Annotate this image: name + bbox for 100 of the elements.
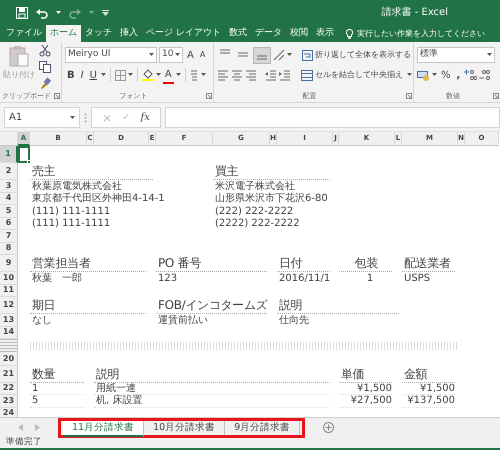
increase-indent-icon[interactable] [279, 69, 291, 81]
ribbon-tab[interactable]: 表示 [312, 25, 338, 42]
row-header[interactable]: 11 [0, 284, 18, 297]
dialog-launcher-icon[interactable] [54, 93, 60, 99]
row-header[interactable]: 12 [0, 297, 18, 314]
ribbon-tab[interactable]: 校閲 [286, 25, 312, 42]
column-heading: 説明 [277, 297, 399, 314]
caret-icon[interactable] [287, 53, 292, 57]
sheet-tab[interactable]: 11月分請求書 [63, 420, 144, 436]
number-format-dropdown[interactable]: 標準 [417, 47, 495, 63]
row-header[interactable]: 13 [0, 314, 18, 326]
caret-icon[interactable] [128, 73, 133, 77]
table-cell: ¥1,500 [402, 382, 455, 395]
fill-color-icon[interactable] [142, 69, 154, 81]
ribbon-tab[interactable]: 数式 [224, 25, 251, 42]
row-header[interactable]: 7 [0, 230, 18, 242]
row-header[interactable]: 4 [0, 192, 18, 205]
row-header[interactable]: 5 [0, 205, 18, 218]
insert-function-button[interactable]: fx [140, 110, 150, 125]
tell-me-search[interactable]: 実行したい作業を入力してください [356, 28, 485, 40]
row-header[interactable]: 20 [0, 353, 18, 366]
scissors-icon[interactable] [39, 45, 51, 57]
column-heading: 期日 [30, 297, 146, 314]
table-cell: ¥137,500 [402, 395, 455, 408]
ribbon-tab[interactable]: 挿入 [116, 25, 142, 42]
caret-icon[interactable] [432, 73, 437, 77]
ribbon-tab[interactable]: タッチ [81, 25, 116, 42]
caret-icon[interactable] [149, 53, 154, 57]
save-icon[interactable] [16, 6, 28, 18]
window-title: 請求書 - Excel [382, 6, 449, 20]
ribbon-tab[interactable]: ページ レイアウト [142, 25, 225, 42]
row-header[interactable]: 23 [0, 395, 18, 408]
formula-input[interactable] [165, 107, 500, 128]
column-heading: 包装 [339, 255, 392, 272]
font-size-dropdown[interactable]: 10 [159, 47, 183, 63]
table-cell: 用紙一連 [94, 382, 330, 395]
caret-icon[interactable] [200, 73, 206, 77]
caret-icon[interactable] [176, 73, 181, 77]
table-cell-text: 東京都千代田区外神田4-14-1 [31, 192, 166, 205]
dialog-launcher-icon[interactable] [406, 93, 412, 99]
copy-icon[interactable] [39, 61, 51, 73]
caret-icon[interactable] [156, 73, 161, 77]
comma-button[interactable]: , [454, 66, 462, 84]
decrease-decimal-icon[interactable] [479, 69, 492, 81]
row-header[interactable]: 8 [0, 242, 18, 255]
row-header[interactable]: 14 [0, 326, 18, 339]
caret-icon[interactable] [56, 10, 61, 14]
caret-icon[interactable] [175, 53, 180, 57]
table-cell-text: 1 [366, 272, 374, 284]
add-sheet-icon[interactable] [323, 422, 334, 433]
sheet-tab[interactable]: 9月分請求書 [225, 420, 300, 434]
align-left-icon[interactable] [217, 69, 229, 81]
italic-button[interactable]: I [78, 66, 86, 84]
table-cell-text: 秋葉原電気株式会社 [31, 180, 123, 192]
undo-icon[interactable] [36, 6, 48, 18]
row-header[interactable]: 10 [0, 272, 18, 284]
orientation-icon[interactable] [273, 49, 285, 61]
row-header[interactable]: 21 [0, 366, 18, 382]
accounting-icon[interactable] [417, 69, 430, 81]
active-cell[interactable] [18, 146, 30, 163]
increase-decimal-icon[interactable] [464, 69, 478, 81]
grow-font-button[interactable]: A [185, 46, 196, 64]
dialog-launcher-icon[interactable] [493, 93, 499, 99]
font-color-button[interactable]: A [162, 66, 174, 84]
align-center-icon[interactable] [231, 69, 243, 81]
ribbon-tab[interactable]: データ [250, 25, 286, 42]
caret-icon[interactable] [100, 73, 106, 77]
decrease-indent-icon[interactable] [265, 69, 277, 81]
hidden-rows-marker[interactable] [0, 339, 18, 353]
row-header[interactable]: 2 [0, 163, 18, 180]
caret-icon[interactable] [487, 53, 492, 57]
vertical-align-button[interactable] [253, 46, 271, 64]
align-right-icon[interactable] [245, 69, 257, 81]
dialog-launcher-icon[interactable] [206, 93, 212, 99]
wrap-text-button[interactable]: 折り返して全体を表示する [300, 46, 413, 64]
customize-icon[interactable] [102, 10, 109, 16]
row-header[interactable]: 6 [0, 218, 18, 230]
percent-button[interactable]: % [439, 66, 453, 84]
bold-button[interactable]: B [65, 66, 77, 84]
name-box[interactable]: A1 [4, 107, 80, 128]
table-cell: 5 [30, 395, 84, 408]
row-header[interactable]: 9 [0, 255, 18, 272]
font-name-dropdown[interactable]: Meiryo UI [65, 47, 157, 63]
table-cell: ¥1,500 [339, 382, 392, 395]
table-cell-text: なし [31, 314, 53, 326]
phonetic-icon[interactable] [190, 69, 199, 81]
caret-icon[interactable] [407, 73, 412, 77]
row-header[interactable]: 3 [0, 180, 18, 192]
shrink-font-button[interactable]: A [198, 46, 208, 64]
row-header[interactable]: 22 [0, 382, 18, 395]
table-cell-text: 運賃前払い [157, 314, 209, 326]
merge-center-button[interactable]: セルを結合して中央揃え [299, 66, 405, 84]
paintbrush-icon[interactable] [39, 77, 51, 89]
ribbon-tab[interactable]: ホーム [46, 25, 81, 42]
sheet-tab[interactable]: 10月分請求書 [144, 420, 226, 434]
ribbon-tab[interactable]: ファイル [2, 25, 46, 42]
row-header[interactable]: 1 [0, 146, 18, 163]
underline-button[interactable]: U [88, 66, 99, 84]
column-heading: 買主 [213, 163, 330, 180]
caret-icon[interactable] [70, 116, 75, 120]
